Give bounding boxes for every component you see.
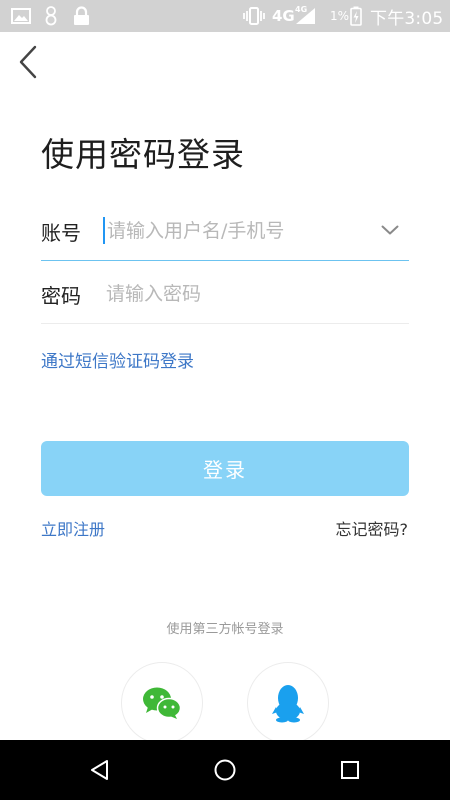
wechat-login-button[interactable] bbox=[121, 662, 203, 744]
nav-back-button[interactable] bbox=[65, 740, 135, 800]
status-bar: 4G 4G 1% 下午3:05 bbox=[0, 0, 450, 32]
account-history-dropdown[interactable] bbox=[372, 214, 408, 246]
navigation-bar bbox=[0, 740, 450, 800]
battery-percent: 1% bbox=[330, 9, 350, 23]
forgot-password-link[interactable]: 忘记密码? bbox=[336, 516, 409, 540]
account-input[interactable] bbox=[107, 216, 367, 246]
vibrate-icon bbox=[242, 0, 266, 32]
image-icon bbox=[11, 0, 31, 32]
account-underline bbox=[41, 260, 409, 261]
qq-icon bbox=[272, 685, 304, 723]
sms-login-link[interactable]: 通过短信验证码登录 bbox=[41, 347, 194, 372]
network-type: 4G bbox=[272, 7, 295, 25]
qq-login-button[interactable] bbox=[247, 662, 329, 744]
recents-square-icon bbox=[341, 761, 359, 779]
clock: 下午3:05 bbox=[370, 8, 444, 29]
chevron-down-icon bbox=[381, 225, 399, 235]
back-button[interactable] bbox=[8, 40, 48, 84]
back-triangle-icon bbox=[91, 760, 108, 780]
password-underline bbox=[41, 323, 409, 324]
nav-recents-button[interactable] bbox=[315, 740, 385, 800]
page-title: 使用密码登录 bbox=[41, 135, 245, 174]
person-icon bbox=[44, 0, 58, 32]
password-label: 密码 bbox=[41, 284, 81, 308]
lock-icon bbox=[73, 0, 90, 32]
battery-icon bbox=[350, 0, 362, 32]
signal-icon bbox=[295, 0, 317, 32]
text-caret bbox=[103, 217, 105, 244]
password-input[interactable] bbox=[106, 279, 406, 309]
register-link[interactable]: 立即注册 bbox=[41, 516, 105, 540]
login-button[interactable]: 登录 bbox=[41, 441, 409, 496]
nav-home-button[interactable] bbox=[190, 740, 260, 800]
home-circle-icon bbox=[214, 759, 236, 781]
wechat-icon bbox=[143, 687, 182, 719]
account-label: 账号 bbox=[41, 221, 81, 245]
third-party-login-label: 使用第三方帐号登录 bbox=[166, 622, 284, 637]
chevron-left-icon bbox=[19, 45, 37, 79]
